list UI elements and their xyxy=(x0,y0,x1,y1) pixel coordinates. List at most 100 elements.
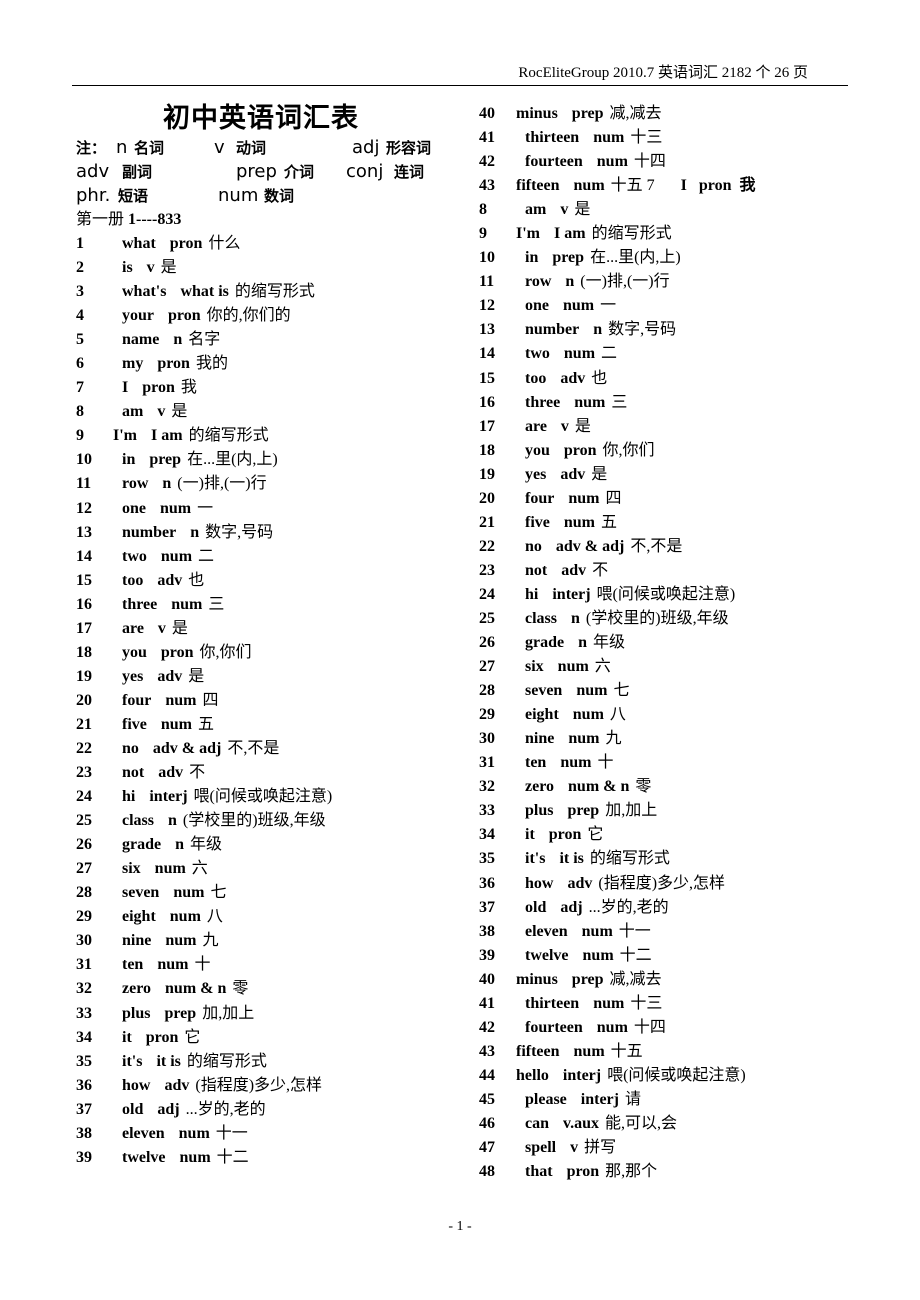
vocab-entry: 29 eight num 八 xyxy=(479,703,859,727)
entry-word: can xyxy=(525,1114,549,1132)
entry-meaning: 在...里(内,上) xyxy=(187,451,278,469)
vocab-list-right: 40 minus prep 减,减去 41 thirteen num 十三 42 fourteen… xyxy=(479,102,859,1184)
entry-part-of-speech: prep xyxy=(552,249,585,267)
vocab-entry: 24 hi interj 喂(问候或唤起注意) xyxy=(76,785,466,809)
entry-number: 38 xyxy=(479,922,495,940)
entry-body: six num 六 xyxy=(525,655,611,679)
entry-meaning: 十二 xyxy=(216,1148,249,1166)
entry-body: thirteen num 十三 xyxy=(525,126,662,150)
entry-meaning: 是 xyxy=(591,465,608,483)
entry-part-of-speech: num xyxy=(160,499,192,517)
entry-word: it's xyxy=(525,850,546,868)
entry-body: you pron 你,你们 xyxy=(122,641,252,665)
vocab-entry: 19 yes adv 是 xyxy=(76,665,466,689)
entry-word: I'm xyxy=(113,427,137,445)
entry-number: 20 xyxy=(76,691,92,709)
entry-body: minus prep 减,减去 xyxy=(516,102,662,126)
entry-meaning: 的缩写形式 xyxy=(188,427,269,445)
entry-number: 18 xyxy=(76,643,92,661)
entry-word: seven xyxy=(525,682,563,700)
entry-body: are v 是 xyxy=(122,617,188,641)
entry-number: 25 xyxy=(76,812,92,830)
vocab-entry: 22 no adv & adj 不,不是 xyxy=(76,737,466,761)
entry-number: 41 xyxy=(479,994,495,1012)
entry-number: 39 xyxy=(76,1148,92,1166)
entry-word: ten xyxy=(525,754,547,772)
entry-body: that pron 那,那个 xyxy=(525,1160,657,1184)
entry-body: number n 数字,号码 xyxy=(525,318,676,342)
vocab-entry: 12 one num 一 xyxy=(479,294,859,318)
entry-part-of-speech: num xyxy=(160,547,193,565)
entry-body: row n (一)排,(一)行 xyxy=(525,270,670,294)
entry-part-of-speech: num xyxy=(574,393,606,411)
entry-part-of-speech: pron xyxy=(169,235,203,252)
entry-number: 9 xyxy=(479,225,487,243)
entry-number: 30 xyxy=(76,932,92,950)
entry-part-of-speech: v xyxy=(157,403,166,421)
entry-body: one num 一 xyxy=(122,497,213,521)
legend-cn-v: 动词 xyxy=(236,139,267,157)
entry-number: 40 xyxy=(479,105,495,122)
entry-word: you xyxy=(525,441,550,459)
entry-body: zero num & n 零 xyxy=(122,977,248,1001)
vocab-entry: 30 nine num 九 xyxy=(479,727,859,751)
entry-word: zero xyxy=(525,778,555,796)
entry-body: is v 是 xyxy=(122,256,177,280)
vocab-entry: 27 six num 六 xyxy=(479,655,859,679)
entry-number: 32 xyxy=(76,980,92,998)
entry-word: one xyxy=(525,297,549,315)
entry-meaning: 十一 xyxy=(215,1124,248,1142)
header-text: RocEliteGroup 2010.7 英语词汇 2182 个 26 页 xyxy=(518,65,808,81)
legend-abbr-conj: conj xyxy=(346,161,384,182)
entry-part-of-speech: adv & adj xyxy=(555,537,625,555)
entry-part-of-speech: num xyxy=(563,345,596,363)
entry-word: class xyxy=(122,812,154,830)
entry-body: how adv (指程度)多少,怎样 xyxy=(122,1074,322,1098)
entry-number: 36 xyxy=(76,1076,92,1094)
entry-part-of-speech: interj xyxy=(562,1066,602,1084)
entry-body: no adv & adj 不,不是 xyxy=(122,737,279,761)
vocab-entry: 10 in prep 在...里(内,上) xyxy=(76,448,466,472)
vocab-entry: 21 five num 五 xyxy=(479,511,859,535)
entry-part-of-speech: num xyxy=(576,682,608,700)
entry-body: too adv 也 xyxy=(525,367,607,391)
entry-meaning: 三 xyxy=(611,393,628,411)
legend-cn-n: 名词 xyxy=(134,139,165,157)
entry-number: 20 xyxy=(479,489,495,507)
entry-meaning: ...岁的,老的 xyxy=(185,1100,266,1118)
entry-number: 19 xyxy=(479,465,495,483)
entry-body: four num 四 xyxy=(525,487,621,511)
entry-word: that xyxy=(525,1163,553,1181)
entry-meaning: 什么 xyxy=(208,235,241,252)
entry-number: 15 xyxy=(479,369,495,387)
entry-meaning: 是 xyxy=(171,403,188,421)
entry-meaning: (学校里的)班级,年级 xyxy=(182,812,326,830)
vocab-entry: 39 twelve num 十二 xyxy=(76,1146,466,1170)
entry-body: what's what is 的缩写形式 xyxy=(122,280,315,304)
entry-part-of-speech: num xyxy=(596,153,628,171)
entry-body: one num 一 xyxy=(525,294,616,318)
entry-number: 8 xyxy=(479,201,487,219)
entry-word: name xyxy=(122,331,160,349)
entry-word: in xyxy=(525,249,539,267)
entry-word: grade xyxy=(122,836,162,854)
entry-number: 26 xyxy=(76,836,92,854)
vocab-entry: 32 zero num & n 零 xyxy=(479,775,859,799)
entry-body: ten num 十 xyxy=(525,751,613,775)
entry-meaning: 四 xyxy=(605,489,622,507)
entry-part-of-speech: n xyxy=(578,634,588,652)
entry-body: minus prep 减,减去 xyxy=(516,968,662,992)
entry-body: fourteen num 十四 xyxy=(525,150,666,174)
entry-body: am v 是 xyxy=(122,400,187,424)
entry-meaning: 七 xyxy=(613,682,630,700)
entry-part-of-speech: what is xyxy=(180,283,229,301)
entry-part-of-speech: adv xyxy=(158,764,184,782)
entry-part-of-speech: prep xyxy=(571,105,604,122)
entry-body: can v.aux 能,可以,会 xyxy=(525,1112,677,1136)
entry-body: hi interj 喂(问候或唤起注意) xyxy=(525,583,735,607)
entry-part-of-speech: it is xyxy=(559,850,584,868)
entry-body: fifteen num 十五 7 I pron 我 xyxy=(516,174,756,198)
entry-body: yes adv 是 xyxy=(122,665,204,689)
vocab-entry: 16 three num 三 xyxy=(479,391,859,415)
entry-meaning: 你的,你们的 xyxy=(206,307,291,325)
